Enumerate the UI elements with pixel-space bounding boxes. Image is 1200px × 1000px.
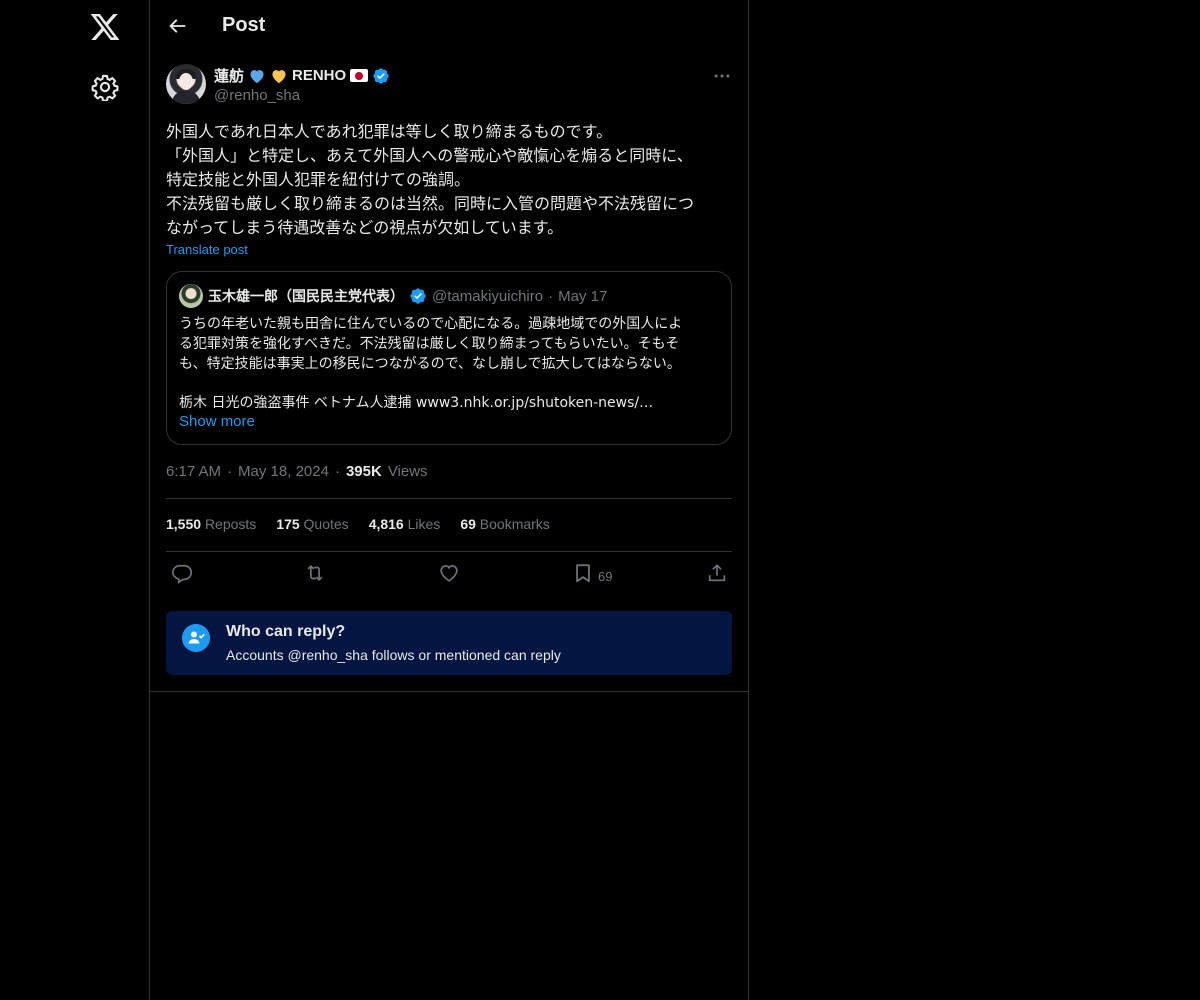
reply-icon — [172, 564, 192, 584]
post-time[interactable]: 6:17 AM — [166, 463, 221, 480]
author-name[interactable]: 蓮舫 — [214, 65, 244, 86]
quoted-post-text: うちの年老いた親も田舎に住んでいるので心配になる。過疎地域での外国人によ る犯罪… — [179, 316, 683, 372]
stat-bookmarks[interactable]: 69 Bookmarks — [460, 516, 550, 532]
quoted-post-header: 玉木雄一郎（国民民主党代表） @tamakiyuichiro · May 17 — [179, 284, 607, 308]
bookmark-icon — [576, 564, 590, 583]
yellow-heart-icon — [272, 69, 286, 83]
share-button[interactable] — [706, 562, 728, 584]
translate-post-link[interactable]: Translate post — [166, 242, 248, 257]
quoted-author-name[interactable]: 玉木雄一郎（国民民主党代表） — [208, 286, 404, 306]
japan-flag-icon — [350, 69, 369, 82]
bookmark-button[interactable] — [572, 562, 594, 584]
divider — [166, 551, 732, 552]
arrow-left-icon[interactable] — [166, 15, 188, 37]
action-bar: 69 — [166, 562, 732, 588]
separator-dot: · — [227, 463, 233, 480]
more-horizontal-icon[interactable] — [712, 66, 732, 86]
separator-dot: · — [548, 287, 554, 305]
quoted-avatar[interactable] — [179, 284, 203, 308]
reposts-label: Reposts — [204, 516, 257, 532]
likes-label: Likes — [407, 516, 441, 532]
blue-heart-icon — [250, 69, 264, 83]
verified-badge-icon — [410, 288, 426, 304]
user-check-icon — [182, 624, 210, 652]
author-handle[interactable]: @renho_sha — [214, 87, 300, 104]
divider — [150, 691, 748, 692]
avatar[interactable] — [166, 64, 206, 104]
heart-icon — [440, 565, 458, 582]
stat-reposts[interactable]: 1,550 Reposts — [166, 516, 256, 532]
left-nav — [0, 0, 149, 1000]
stat-quotes[interactable]: 175 Quotes — [276, 516, 348, 532]
quotes-label: Quotes — [303, 516, 349, 532]
post-meta: 6:17 AM · May 18, 2024 · 395K Views — [166, 463, 428, 480]
who-can-reply-title: Who can reply? — [226, 623, 346, 640]
post-date[interactable]: May 18, 2024 — [238, 463, 329, 480]
who-can-reply-notice: Who can reply? Accounts @renho_sha follo… — [166, 611, 732, 675]
like-button[interactable] — [438, 562, 460, 584]
quoted-post[interactable]: 玉木雄一郎（国民民主党代表） @tamakiyuichiro · May 17 … — [166, 271, 732, 445]
author-name-suffix[interactable]: RENHO — [292, 67, 346, 84]
repost-button[interactable] — [304, 562, 326, 584]
separator-dot: · — [334, 463, 340, 480]
engagement-stats: 1,550 Reposts 175 Quotes 4,816 Likes 69 … — [166, 516, 550, 532]
gear-icon[interactable] — [91, 73, 119, 101]
verified-badge-icon[interactable] — [372, 67, 390, 85]
main-column: Post 蓮舫 RENHO @renho_sha 外国人であれ日本人であれ犯罪は… — [149, 0, 749, 1000]
post-text: 外国人であれ日本人であれ犯罪は等しく取り締まるものです。 「外国人」と特定し、あ… — [166, 122, 695, 237]
who-can-reply-subtitle: Accounts @renho_sha follows or mentioned… — [226, 647, 561, 663]
author-name-row[interactable]: 蓮舫 RENHO — [214, 65, 390, 86]
quoted-post-link[interactable]: 栃木 日光の強盗事件 ベトナム人逮捕 www3.nhk.or.jp/shutok… — [179, 393, 721, 413]
bookmarks-label: Bookmarks — [479, 516, 550, 532]
top-bar: Post — [150, 0, 748, 53]
quotes-count: 175 — [276, 516, 300, 532]
x-logo-icon[interactable] — [89, 11, 121, 43]
stat-likes[interactable]: 4,816 Likes — [369, 516, 441, 532]
bookmark-count: 69 — [598, 569, 613, 584]
views-label: Views — [387, 463, 428, 480]
repost-icon — [307, 565, 323, 581]
page-title: Post — [222, 14, 266, 36]
reposts-count: 1,550 — [166, 516, 202, 532]
reply-button[interactable] — [171, 562, 193, 584]
likes-count: 4,816 — [368, 516, 404, 532]
views-count: 395K — [345, 463, 382, 480]
divider — [166, 498, 732, 499]
bookmarks-count: 69 — [460, 516, 476, 532]
show-more-link[interactable]: Show more — [179, 413, 255, 430]
quoted-author-handle[interactable]: @tamakiyuichiro — [432, 288, 543, 305]
quoted-post-date[interactable]: May 17 — [558, 288, 607, 305]
share-icon — [708, 564, 726, 582]
